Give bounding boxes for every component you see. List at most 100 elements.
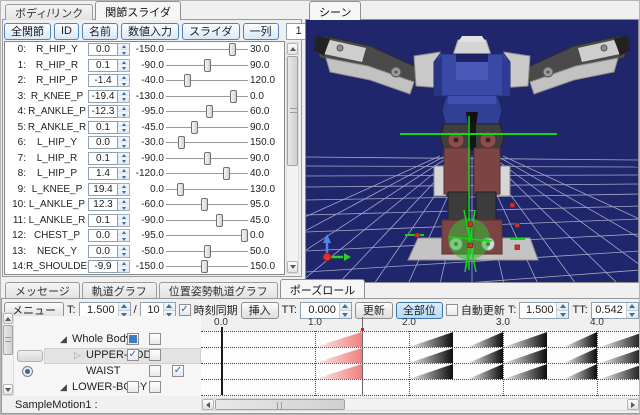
tree-row-upper-body[interactable]: ▷UPPER-BODY [14,348,201,364]
joint-value-input[interactable]: 0.1 [88,214,118,227]
scrollbar-thumb[interactable] [3,325,13,355]
joint-value-spin-buttons[interactable] [118,167,130,180]
base-link-radio[interactable] [22,366,33,377]
joint-slider-thumb[interactable] [178,136,185,149]
joint-slider-track[interactable] [166,59,248,72]
tree-row-waist[interactable]: WAIST [14,364,201,380]
tab-message[interactable]: メッセージ [5,282,80,298]
tab-pose-trajectory-graph[interactable]: 位置姿勢軌道グラフ [159,282,278,298]
scrollbar-thumb[interactable] [215,399,345,410]
single-column-toggle-button[interactable]: 一列 [243,23,279,40]
joint-slider-thumb[interactable] [191,121,198,134]
joint-slider-track[interactable] [166,43,248,56]
joint-slider-track[interactable] [166,214,248,227]
keyframe-wedge[interactable] [468,364,503,379]
expand-icon[interactable]: ◢ [60,382,67,393]
joint-value-input[interactable]: -1.4 [88,74,118,87]
joint-slider-thumb[interactable] [204,245,211,258]
joint-value-spin-buttons[interactable] [118,121,130,134]
joint-slider-thumb[interactable] [229,43,236,56]
scroll-down-icon[interactable] [287,261,298,273]
scroll-up-icon[interactable] [287,43,298,55]
sp-checkbox[interactable] [149,349,161,361]
spin-down-icon[interactable] [118,127,129,133]
joint-value-spin-buttons[interactable] [118,43,130,56]
joint-slider-thumb[interactable] [206,105,213,118]
scroll-left-icon[interactable] [202,399,214,410]
joint-slider-track[interactable] [166,152,248,165]
joint-value-spin-buttons[interactable] [118,74,130,87]
spin-down-icon[interactable] [118,96,129,102]
joint-slider-track[interactable] [166,183,248,196]
joint-slider-track[interactable] [166,105,248,118]
keyframe-wedge[interactable] [468,348,503,363]
keyframe-wedge[interactable] [468,332,503,347]
joint-slider-track[interactable] [166,121,248,134]
spin-down-icon[interactable] [118,174,129,180]
keyframe-wedge[interactable] [600,348,639,363]
joint-value-input[interactable]: 12.3 [88,198,118,211]
joint-slider-thumb[interactable] [204,152,211,165]
joint-slider-track[interactable] [166,198,248,211]
tab-joint-slider[interactable]: 関節スライダ [95,1,181,20]
joint-value-spin-buttons[interactable] [118,105,130,118]
joint-value-input[interactable]: 0.1 [88,121,118,134]
joint-value-input[interactable]: 0.1 [88,152,118,165]
name-toggle-button[interactable]: 名前 [82,23,118,40]
on-checkbox[interactable] [127,333,139,345]
keyframe-wedge[interactable] [315,348,362,363]
expand-icon[interactable]: ◢ [60,334,67,345]
joint-slider-thumb[interactable] [241,229,248,242]
joint-slider-thumb[interactable] [223,167,230,180]
joint-slider-track[interactable] [166,260,248,273]
scene-3d-view[interactable] [305,19,639,283]
joint-slider-track[interactable] [166,229,248,242]
joint-value-spin-buttons[interactable] [118,90,130,103]
joint-value-input[interactable]: -12.3 [88,105,118,118]
spin-down-icon[interactable] [118,112,129,118]
joint-slider-track[interactable] [166,245,248,258]
joint-slider-thumb[interactable] [204,59,211,72]
tree-vertical-scrollbar[interactable] [2,312,14,396]
joint-slider-thumb[interactable] [184,74,191,87]
collapse-icon[interactable]: ▷ [74,350,81,361]
timeline-grid[interactable] [201,331,639,396]
joint-value-input[interactable]: 19.4 [88,183,118,196]
tab-scene[interactable]: シーン [309,1,361,20]
keyframe-wedge[interactable] [564,332,597,347]
tab-pose-roll[interactable]: ポーズロール [280,279,365,298]
joint-value-spin-buttons[interactable] [118,214,130,227]
joint-slider-track[interactable] [166,167,248,180]
auto-update-checkbox[interactable] [446,304,458,316]
joint-slider-thumb[interactable] [230,90,237,103]
scroll-up-icon[interactable] [3,313,13,324]
scrollbar-thumb[interactable] [287,56,298,166]
joint-value-spin-buttons[interactable] [118,136,130,149]
spin-down-icon[interactable] [118,220,129,226]
tt-time-marker[interactable] [221,331,223,395]
numeric-input-toggle-button[interactable]: 数値入力 [121,23,179,40]
scroll-down-icon[interactable] [3,384,13,395]
spin-down-icon[interactable] [118,50,129,56]
spin-down-icon[interactable] [118,251,129,257]
time-sync-checkbox[interactable] [179,304,191,316]
timeline-ruler[interactable]: 0.01.02.03.04.0 [201,316,639,331]
joint-value-input[interactable]: 0.0 [88,245,118,258]
id-toggle-button[interactable]: ID [54,23,79,40]
spin-down-icon[interactable] [118,81,129,87]
keyframe-wedge[interactable] [409,364,453,379]
timeline-horizontal-scrollbar[interactable] [201,398,640,411]
keyframe-wedge[interactable] [564,348,597,363]
joint-value-spin-buttons[interactable] [118,198,130,211]
joint-slider-track[interactable] [166,74,248,87]
keyframe-wedge[interactable] [504,364,547,379]
sp-checkbox[interactable] [149,333,161,345]
joint-value-spin-buttons[interactable] [118,229,130,242]
on-checkbox[interactable] [127,381,139,393]
joint-slider-track[interactable] [166,136,248,149]
spin-down-icon[interactable] [118,205,129,211]
base-link-slot[interactable] [17,350,43,362]
joint-value-spin-buttons[interactable] [118,245,130,258]
joint-value-input[interactable]: 0.0 [88,136,118,149]
keyframe-wedge[interactable] [600,332,639,347]
